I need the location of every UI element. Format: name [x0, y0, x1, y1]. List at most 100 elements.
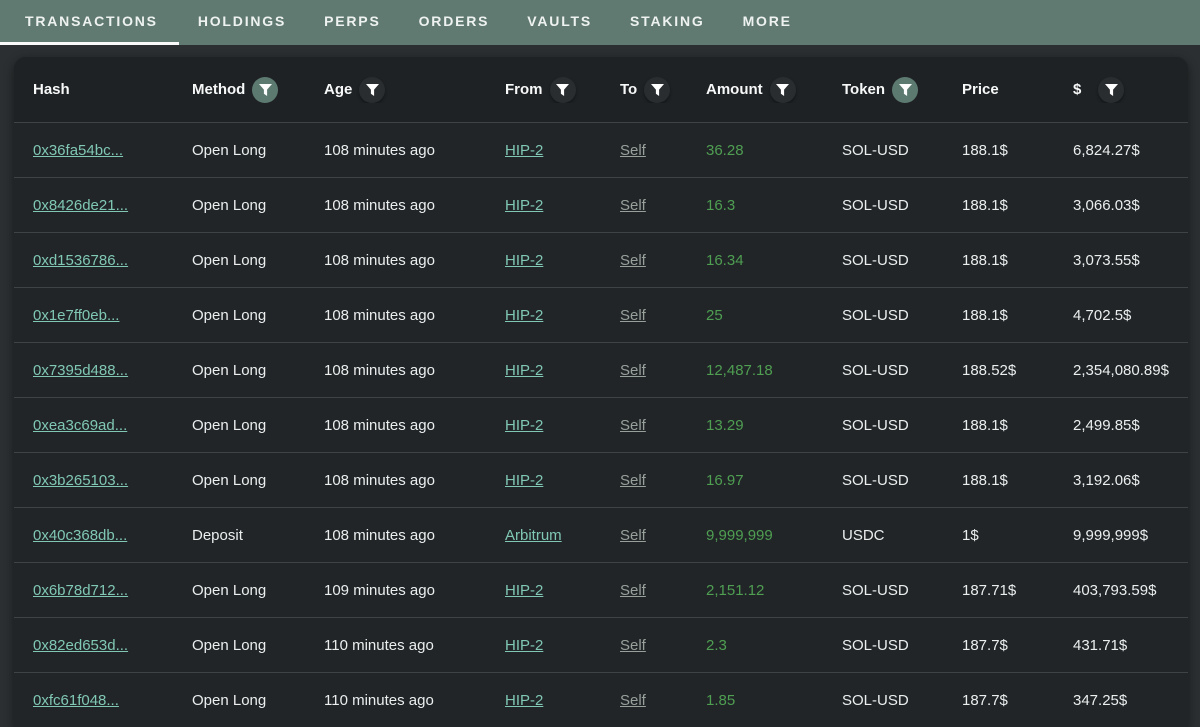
age-cell: 108 minutes ago: [305, 417, 486, 434]
table-row: 0x7395d488... Open Long 108 minutes ago …: [14, 342, 1188, 397]
filter-icon[interactable]: [359, 77, 385, 103]
price-cell: 188.1$: [943, 472, 1054, 489]
tab-more[interactable]: MORE: [724, 0, 811, 45]
from-link[interactable]: Arbitrum: [505, 527, 562, 544]
age-cell: 108 minutes ago: [305, 252, 486, 269]
hash-link[interactable]: 0x82ed653d...: [33, 637, 128, 654]
to-link[interactable]: Self: [620, 142, 646, 159]
age-cell: 109 minutes ago: [305, 582, 486, 599]
token-cell: SOL-USD: [823, 307, 943, 324]
hash-link[interactable]: 0x7395d488...: [33, 362, 128, 379]
amount-cell: 2,151.12: [687, 582, 823, 599]
hash-link[interactable]: 0x6b78d712...: [33, 582, 128, 599]
from-link[interactable]: HIP-2: [505, 582, 543, 599]
method-cell: Open Long: [173, 252, 305, 269]
from-link[interactable]: HIP-2: [505, 142, 543, 159]
usd-cell: 3,192.06$: [1054, 472, 1188, 489]
column-label: To: [620, 81, 637, 98]
hash-link[interactable]: 0x40c368db...: [33, 527, 127, 544]
hash-link[interactable]: 0x36fa54bc...: [33, 142, 123, 159]
tab-staking[interactable]: STAKING: [611, 0, 724, 45]
table-row: 0x40c368db... Deposit 108 minutes ago Ar…: [14, 507, 1188, 562]
column-header-hash: Hash: [14, 81, 173, 98]
to-link[interactable]: Self: [620, 307, 646, 324]
table-row: 0xd1536786... Open Long 108 minutes ago …: [14, 232, 1188, 287]
to-link[interactable]: Self: [620, 582, 646, 599]
column-label: Hash: [33, 81, 70, 98]
to-link[interactable]: Self: [620, 362, 646, 379]
price-cell: 188.1$: [943, 417, 1054, 434]
hash-link[interactable]: 0x3b265103...: [33, 472, 128, 489]
usd-cell: 3,073.55$: [1054, 252, 1188, 269]
price-cell: 1$: [943, 527, 1054, 544]
amount-cell: 2.3: [687, 637, 823, 654]
to-link[interactable]: Self: [620, 692, 646, 709]
age-cell: 110 minutes ago: [305, 692, 486, 709]
from-link[interactable]: HIP-2: [505, 637, 543, 654]
method-cell: Deposit: [173, 527, 305, 544]
usd-cell: 2,354,080.89$: [1054, 362, 1188, 379]
age-cell: 110 minutes ago: [305, 637, 486, 654]
usd-cell: 431.71$: [1054, 637, 1188, 654]
tab-bar: TRANSACTIONSHOLDINGSPERPSORDERSVAULTSSTA…: [0, 0, 1200, 45]
filter-icon[interactable]: [770, 77, 796, 103]
to-link[interactable]: Self: [620, 472, 646, 489]
column-label: Method: [192, 81, 245, 98]
tab-orders[interactable]: ORDERS: [400, 0, 509, 45]
usd-cell: 9,999,999$: [1054, 527, 1188, 544]
column-header-token: Token: [823, 77, 943, 103]
from-link[interactable]: HIP-2: [505, 252, 543, 269]
filter-icon[interactable]: [644, 77, 670, 103]
age-cell: 108 minutes ago: [305, 472, 486, 489]
from-link[interactable]: HIP-2: [505, 472, 543, 489]
token-cell: SOL-USD: [823, 637, 943, 654]
to-link[interactable]: Self: [620, 197, 646, 214]
to-link[interactable]: Self: [620, 637, 646, 654]
tab-holdings[interactable]: HOLDINGS: [179, 0, 305, 45]
tab-vaults[interactable]: VAULTS: [508, 0, 611, 45]
hash-link[interactable]: 0x8426de21...: [33, 197, 128, 214]
price-cell: 187.71$: [943, 582, 1054, 599]
to-link[interactable]: Self: [620, 527, 646, 544]
usd-cell: 6,824.27$: [1054, 142, 1188, 159]
hash-link[interactable]: 0x1e7ff0eb...: [33, 307, 119, 324]
column-label: $: [1073, 81, 1081, 98]
table-row: 0x1e7ff0eb... Open Long 108 minutes ago …: [14, 287, 1188, 342]
method-cell: Open Long: [173, 197, 305, 214]
from-link[interactable]: HIP-2: [505, 692, 543, 709]
token-cell: SOL-USD: [823, 692, 943, 709]
token-cell: SOL-USD: [823, 582, 943, 599]
table-row: 0xfc61f048... Open Long 110 minutes ago …: [14, 672, 1188, 727]
tab-transactions[interactable]: TRANSACTIONS: [0, 0, 179, 45]
to-link[interactable]: Self: [620, 417, 646, 434]
table-row: 0x8426de21... Open Long 108 minutes ago …: [14, 177, 1188, 232]
hash-link[interactable]: 0xea3c69ad...: [33, 417, 127, 434]
from-link[interactable]: HIP-2: [505, 417, 543, 434]
hash-link[interactable]: 0xfc61f048...: [33, 692, 119, 709]
method-cell: Open Long: [173, 307, 305, 324]
to-link[interactable]: Self: [620, 252, 646, 269]
column-label: Amount: [706, 81, 763, 98]
column-label: Price: [962, 81, 999, 98]
table-row: 0xea3c69ad... Open Long 108 minutes ago …: [14, 397, 1188, 452]
age-cell: 108 minutes ago: [305, 197, 486, 214]
method-cell: Open Long: [173, 417, 305, 434]
from-link[interactable]: HIP-2: [505, 307, 543, 324]
amount-cell: 25: [687, 307, 823, 324]
filter-icon[interactable]: [550, 77, 576, 103]
from-link[interactable]: HIP-2: [505, 362, 543, 379]
column-header-usd: $: [1054, 77, 1188, 103]
from-link[interactable]: HIP-2: [505, 197, 543, 214]
token-cell: SOL-USD: [823, 252, 943, 269]
method-cell: Open Long: [173, 692, 305, 709]
amount-cell: 36.28: [687, 142, 823, 159]
filter-icon[interactable]: [252, 77, 278, 103]
age-cell: 108 minutes ago: [305, 307, 486, 324]
age-cell: 108 minutes ago: [305, 362, 486, 379]
filter-icon[interactable]: [892, 77, 918, 103]
amount-cell: 12,487.18: [687, 362, 823, 379]
hash-link[interactable]: 0xd1536786...: [33, 252, 128, 269]
filter-icon[interactable]: [1098, 77, 1124, 103]
tab-perps[interactable]: PERPS: [305, 0, 399, 45]
price-cell: 187.7$: [943, 637, 1054, 654]
